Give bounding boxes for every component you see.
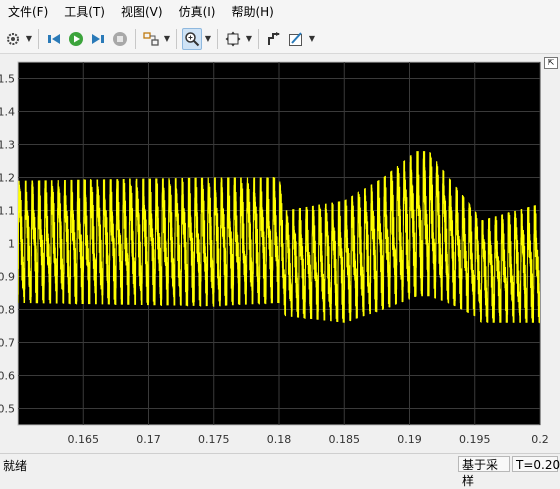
toolbar-separator	[176, 28, 177, 49]
fit-dropdown-icon[interactable]: ▼	[244, 28, 254, 50]
x-tick-label: 0.185	[329, 433, 361, 446]
y-tick-label: 1	[8, 238, 15, 251]
toolbar-separator	[217, 28, 218, 49]
toolbar-separator	[38, 28, 39, 49]
y-tick-label: 1.2	[0, 172, 15, 185]
x-tick-label: 0.195	[459, 433, 491, 446]
x-tick-label: 0.2	[531, 433, 549, 446]
y-tick-label: 1.3	[0, 139, 15, 152]
menu-help[interactable]: 帮助(H)	[223, 0, 281, 24]
step-back-icon[interactable]	[44, 28, 64, 50]
x-tick-label: 0.165	[68, 433, 100, 446]
zoom-icon[interactable]	[182, 27, 202, 50]
y-tick-labels: 1.5 1.4 1.3 1.2 1.1 1 0.9 0.8 0.7 0.6 0.5	[0, 73, 15, 416]
x-tick-labels: 0.165 0.17 0.175 0.18 0.185 0.19 0.195 0.2	[68, 433, 549, 446]
step-forward-icon[interactable]	[88, 28, 108, 50]
menu-bar: 文件(F) 工具(T) 视图(V) 仿真(I) 帮助(H)	[0, 0, 560, 24]
x-tick-label: 0.175	[198, 433, 230, 446]
sim-time: T=0.200	[512, 456, 560, 472]
sample-mode: 基于采样	[458, 456, 510, 488]
menu-view[interactable]: 视图(V)	[113, 0, 171, 24]
y-tick-label: 0.5	[0, 403, 15, 416]
x-tick-label: 0.17	[136, 433, 161, 446]
zoom-dropdown-icon[interactable]: ▼	[203, 28, 213, 50]
fit-to-view-icon[interactable]	[223, 28, 243, 50]
toolbar: ▼ ▼ ▼ ▼ ▼	[0, 24, 560, 54]
x-tick-label: 0.18	[267, 433, 292, 446]
gear-icon[interactable]	[3, 28, 23, 50]
cursor-measure-icon[interactable]	[264, 28, 284, 50]
settings-dropdown-icon[interactable]: ▼	[24, 28, 34, 50]
status-text: 就绪	[3, 459, 28, 473]
style-icon[interactable]	[286, 28, 306, 50]
menu-tools[interactable]: 工具(T)	[56, 0, 113, 24]
highlight-block-icon[interactable]	[141, 28, 161, 50]
x-tick-label: 0.19	[397, 433, 422, 446]
y-tick-label: 1.5	[0, 73, 15, 86]
scope-display: 1.5 1.4 1.3 1.2 1.1 1 0.9 0.8 0.7 0.6 0.5 0.165 0.1…	[0, 55, 560, 452]
run-icon[interactable]	[66, 28, 86, 50]
menu-simulation[interactable]: 仿真(I)	[171, 0, 224, 24]
undock-icon[interactable]: ⇱	[544, 57, 558, 69]
y-tick-label: 1.4	[0, 106, 15, 119]
style-dropdown-icon[interactable]: ▼	[307, 28, 317, 50]
toolbar-separator	[258, 28, 259, 49]
toolbar-separator	[135, 28, 136, 49]
y-tick-label: 0.7	[0, 337, 15, 350]
highlight-dropdown-icon[interactable]: ▼	[162, 28, 172, 50]
y-tick-label: 0.9	[0, 271, 15, 284]
scope-plot[interactable]: 1.51.41.31.21.110.90.80.70.60.5 0.165 0.1…	[0, 55, 560, 452]
y-tick-label: 0.8	[0, 304, 15, 317]
y-tick-label: 1.1	[0, 205, 15, 218]
y-tick-label: 0.6	[0, 370, 15, 383]
status-bar: 就绪 基于采样 T=0.200	[0, 453, 560, 488]
menu-file[interactable]: 文件(F)	[0, 0, 56, 24]
stop-icon[interactable]	[110, 28, 130, 50]
